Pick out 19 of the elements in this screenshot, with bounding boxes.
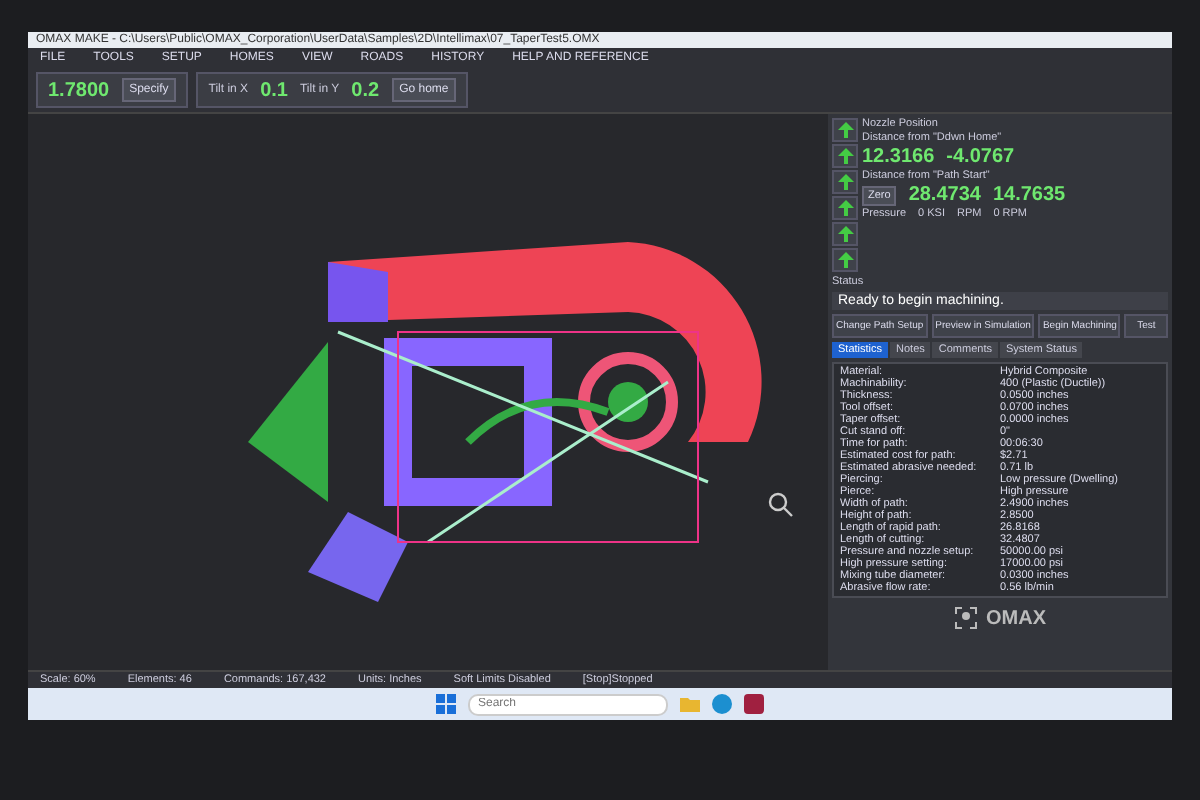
y-readout: -4.0767 [946, 146, 1015, 168]
logo-icon [954, 606, 978, 630]
app-icon[interactable] [744, 694, 764, 714]
jog-button[interactable] [832, 118, 858, 142]
start-icon[interactable] [436, 694, 456, 714]
zoom-icon [768, 492, 793, 517]
x-readout: 12.3166 [862, 146, 935, 168]
tilt-readout: 0.1 [260, 79, 288, 101]
jog-button[interactable] [832, 196, 858, 220]
jog-button[interactable] [832, 248, 858, 272]
feed-readout: 1.7800 [48, 79, 110, 101]
x-readout: 28.4734 [908, 184, 981, 206]
tilt-readout: 0.2 [351, 79, 380, 101]
jog-button[interactable] [832, 144, 858, 168]
jog-button[interactable] [832, 170, 858, 194]
logo-text: OMAX [986, 607, 1046, 629]
jog-button[interactable] [832, 222, 858, 246]
y-readout: 14.7635 [992, 184, 1066, 206]
browser-icon[interactable] [712, 694, 732, 714]
